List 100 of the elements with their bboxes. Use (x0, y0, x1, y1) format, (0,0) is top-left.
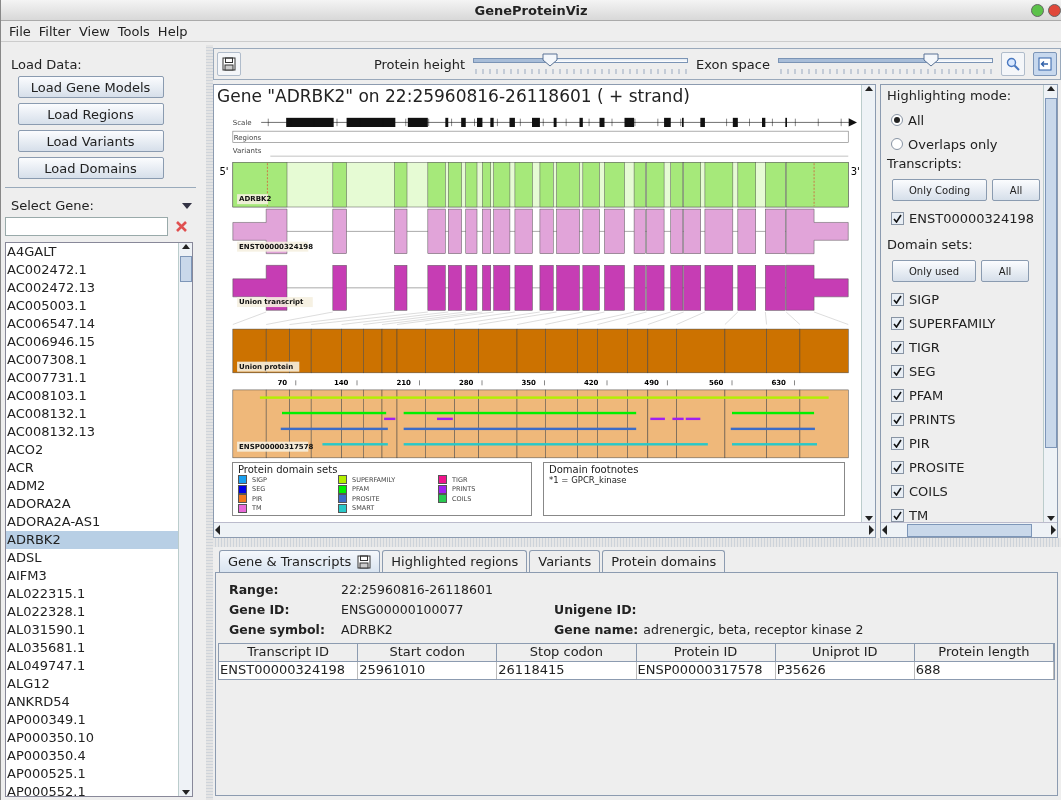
checkbox[interactable] (891, 316, 904, 330)
menu-item[interactable]: Help (153, 23, 192, 39)
filter-button[interactable]: Only Coding (892, 179, 987, 201)
filter-button[interactable]: All (981, 260, 1029, 282)
save-button[interactable] (217, 52, 241, 76)
table-cell: 688 (914, 662, 1054, 679)
scroll-left-arrow[interactable] (214, 525, 221, 535)
scroll-up-arrow[interactable] (180, 243, 191, 250)
scrollbar[interactable] (214, 522, 875, 537)
checkbox[interactable] (891, 364, 904, 378)
checkbox[interactable] (891, 436, 904, 450)
column-header[interactable]: Transcript ID (219, 644, 359, 662)
slider[interactable] (473, 53, 688, 75)
section-label: Transcripts: (887, 156, 963, 173)
field-label: Gene symbol: (229, 621, 326, 637)
radio-label: Overlaps only (908, 136, 998, 152)
checkbox[interactable] (891, 292, 904, 306)
checkbox[interactable] (891, 211, 904, 225)
radio-button[interactable] (891, 114, 903, 126)
checkbox-label: PIR (909, 435, 930, 451)
tick-mark (544, 380, 545, 386)
tab[interactable]: Highlighted regions (382, 550, 528, 572)
checkbox-label: SIGP (909, 291, 939, 307)
scroll-left-arrow[interactable] (881, 525, 888, 535)
scroll-up-arrow[interactable] (1045, 85, 1056, 92)
field-label: Gene name: (554, 621, 640, 637)
tab[interactable]: Variants (529, 550, 601, 572)
tick-mark (667, 380, 668, 386)
slider-thumb[interactable] (542, 53, 559, 67)
load-button[interactable]: Load Regions (17, 103, 164, 125)
slider-label: Protein height (373, 56, 465, 72)
field-value: 22:25960816-26118601 (341, 581, 493, 597)
scrollbar[interactable] (1043, 85, 1057, 522)
splitter-handle[interactable] (206, 45, 213, 800)
gene-list-item[interactable]: ADRBK2 (6, 531, 178, 549)
five-prime-label: 5' (219, 165, 229, 177)
column-header[interactable]: Protein length (914, 644, 1054, 662)
menu-item[interactable]: Tools (113, 23, 154, 39)
column-header[interactable]: Uniprot ID (775, 644, 915, 662)
scrollbar[interactable] (861, 85, 875, 522)
checkbox-label: SUPERFAMILY (909, 315, 996, 331)
scroll-down-arrow[interactable] (863, 515, 874, 522)
fit-button[interactable] (1033, 52, 1057, 76)
scroll-right-arrow[interactable] (1050, 525, 1057, 535)
window-title: GeneProteinViz (474, 2, 588, 18)
checkbox-label: TM (909, 507, 929, 522)
field-value: adrenergic, beta, receptor kinase 2 (643, 621, 864, 637)
clear-icon[interactable] (176, 221, 187, 232)
menu-item[interactable]: Filter (34, 23, 75, 39)
column-header[interactable]: Stop codon (497, 644, 637, 662)
checkbox-label: COILS (909, 483, 948, 499)
caret-icon[interactable] (182, 202, 192, 209)
load-button[interactable]: Load Gene Models (17, 76, 164, 98)
scroll-up-arrow[interactable] (863, 85, 874, 92)
checkbox[interactable] (891, 412, 904, 426)
splitter-handle[interactable] (213, 538, 1061, 547)
tick-mark (481, 380, 483, 386)
checkbox-label: ENST00000324198 (909, 210, 1035, 226)
checkbox-label: SEG (909, 363, 936, 379)
checkbox[interactable] (891, 460, 904, 474)
load-button[interactable]: Load Domains (17, 157, 164, 179)
column-header[interactable]: Protein ID (636, 644, 776, 662)
tab[interactable]: Gene & Transcripts (219, 550, 381, 572)
checkbox-label: PROSITE (909, 459, 965, 475)
field-label: Range: (229, 581, 280, 597)
section-label: Select Gene: (10, 198, 94, 213)
scrollbar-thumb[interactable] (906, 523, 1032, 537)
scrollbar[interactable] (881, 522, 1057, 537)
checkbox[interactable] (891, 340, 904, 354)
maximize-button[interactable] (1031, 4, 1044, 17)
menu-item[interactable]: File (5, 23, 35, 39)
table-cell: 26118415 (497, 662, 637, 679)
zoom-button[interactable] (1001, 52, 1025, 76)
menu-item[interactable]: View (74, 23, 114, 39)
close-button[interactable] (1048, 4, 1061, 17)
load-button[interactable]: Load Variants (17, 130, 164, 152)
scrollbar[interactable] (178, 243, 192, 796)
save-icon (222, 57, 236, 71)
tab[interactable]: Protein domains (602, 550, 726, 572)
slider[interactable] (778, 53, 993, 75)
scroll-down-arrow[interactable] (180, 789, 191, 796)
column-header[interactable]: Start codon (358, 644, 498, 662)
scrollbar-thumb[interactable] (1044, 98, 1057, 448)
checkbox[interactable] (891, 508, 904, 522)
checkbox[interactable] (891, 388, 904, 402)
slider-thumb[interactable] (922, 53, 939, 67)
filter-button[interactable]: All (992, 179, 1040, 201)
scroll-right-arrow[interactable] (868, 525, 875, 535)
save-icon[interactable] (357, 554, 372, 569)
fit-icon (1038, 57, 1052, 71)
gene-title: Gene "ADRBK2" on 22:25960816-26118601 ( + strand) (217, 86, 691, 108)
radio-button[interactable] (891, 138, 903, 150)
scroll-down-arrow[interactable] (1045, 515, 1056, 522)
legend-title: Protein domain sets (238, 464, 339, 475)
search-field[interactable] (5, 217, 168, 236)
checkbox[interactable] (891, 484, 904, 498)
filter-button[interactable]: Only used (892, 260, 976, 282)
zoom-icon (1006, 57, 1020, 71)
tick-mark (606, 380, 608, 386)
scrollbar-thumb[interactable] (179, 256, 192, 282)
